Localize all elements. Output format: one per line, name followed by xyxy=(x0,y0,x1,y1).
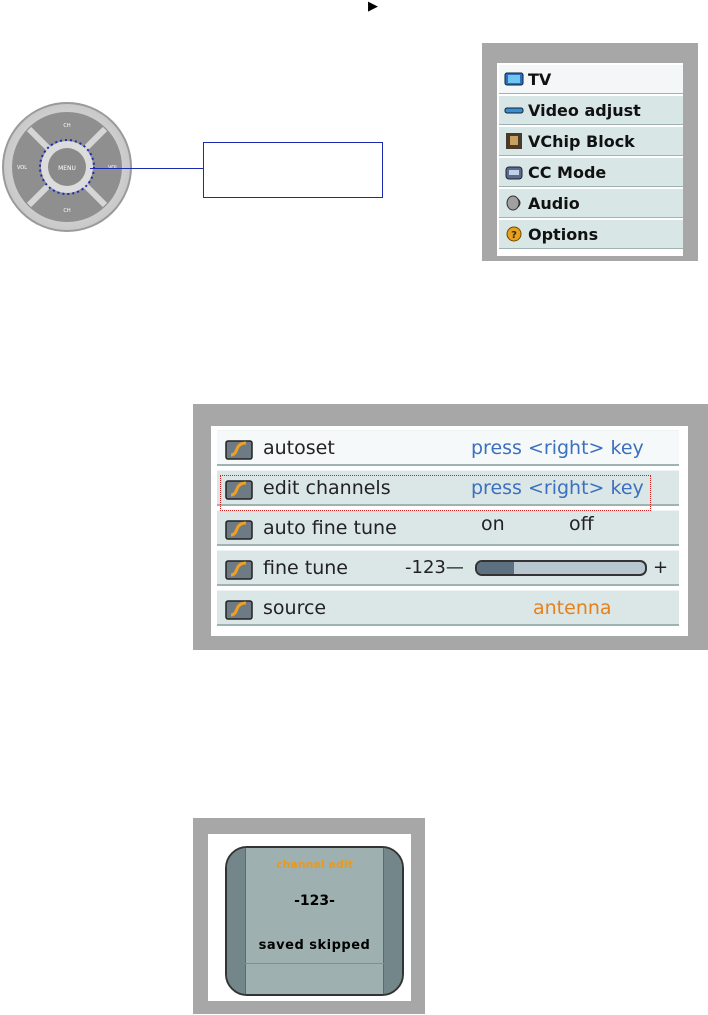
setup-row-label: edit channels xyxy=(263,477,391,499)
svg-text:VOL: VOL xyxy=(17,165,27,171)
menu-item-label: VChip Block xyxy=(528,131,635,151)
folder-icon xyxy=(225,440,253,460)
options-icon: ? xyxy=(503,225,525,243)
fine-tune-min-label: -123— xyxy=(405,557,464,578)
setup-row-label: fine tune xyxy=(263,557,348,579)
channel-number: -123- xyxy=(294,893,335,909)
setup-menu-list: autoset press <right> key edit channels … xyxy=(211,426,688,636)
setup-row-edit-channels[interactable]: edit channels press <right> key xyxy=(217,470,679,506)
setup-row-autoset[interactable]: autoset press <right> key xyxy=(217,430,679,466)
channel-edit-panel: channel edit -123- saved skipped xyxy=(193,818,425,1014)
menu-item-options[interactable]: ? Options xyxy=(499,220,683,249)
menu-item-audio[interactable]: Audio xyxy=(499,189,683,218)
fine-tune-slider-fill xyxy=(477,562,514,574)
option-off[interactable]: off xyxy=(569,513,594,535)
menu-item-label: CC Mode xyxy=(528,162,607,182)
svg-text:CH: CH xyxy=(63,208,70,214)
setup-row-auto-fine-tune[interactable]: auto fine tune on off xyxy=(217,510,679,546)
setup-row-label: autoset xyxy=(263,437,335,459)
fine-tune-slider[interactable] xyxy=(475,560,647,576)
callout-line xyxy=(90,168,204,169)
closed-caption-icon xyxy=(503,163,525,181)
setup-row-fine-tune[interactable]: fine tune -123— + xyxy=(217,550,679,586)
fine-tune-max-label: + xyxy=(653,557,669,578)
channel-edit-box: channel edit -123- saved skipped xyxy=(225,846,404,996)
video-adjust-icon xyxy=(503,101,525,119)
svg-text:?: ? xyxy=(511,230,517,241)
svg-text:CH: CH xyxy=(63,123,70,129)
setup-menu-panel: autoset press <right> key edit channels … xyxy=(193,404,708,650)
menu-item-label: Audio xyxy=(528,193,580,213)
tv-icon xyxy=(503,70,525,88)
svg-text:MENU: MENU xyxy=(58,165,76,172)
menu-item-label: Options xyxy=(528,224,599,244)
menu-item-vchip-block[interactable]: VChip Block xyxy=(499,127,683,156)
play-arrow-icon: ▶ xyxy=(368,0,378,14)
option-on[interactable]: on xyxy=(481,513,505,535)
folder-icon xyxy=(225,480,253,500)
setup-row-value: press <right> key xyxy=(471,437,644,459)
channel-edit-divider xyxy=(245,963,384,964)
setup-row-label: auto fine tune xyxy=(263,517,397,539)
menu-item-label: TV xyxy=(528,69,552,89)
main-menu-list: TV Video adjust VChip Block CC Mode Audi… xyxy=(497,63,683,256)
setup-row-value: press <right> key xyxy=(471,477,644,499)
setup-row-source[interactable]: source antenna xyxy=(217,590,679,626)
setup-row-value: antenna xyxy=(533,597,612,619)
speaker-icon xyxy=(503,194,525,212)
menu-item-video-adjust[interactable]: Video adjust xyxy=(499,96,683,125)
folder-icon xyxy=(225,520,253,540)
channel-status[interactable]: saved skipped xyxy=(227,938,402,953)
menu-item-label: Video adjust xyxy=(528,100,641,120)
menu-item-tv[interactable]: TV xyxy=(499,65,683,94)
folder-icon xyxy=(225,560,253,580)
callout-box xyxy=(203,142,383,198)
lock-icon xyxy=(503,132,525,150)
setup-row-label: source xyxy=(263,597,327,619)
main-menu-panel: TV Video adjust VChip Block CC Mode Audi… xyxy=(482,43,698,261)
folder-icon xyxy=(225,600,253,620)
channel-edit-title: channel edit xyxy=(276,858,353,871)
menu-item-cc-mode[interactable]: CC Mode xyxy=(499,158,683,187)
channel-edit-frame: channel edit -123- saved skipped xyxy=(208,834,411,1001)
